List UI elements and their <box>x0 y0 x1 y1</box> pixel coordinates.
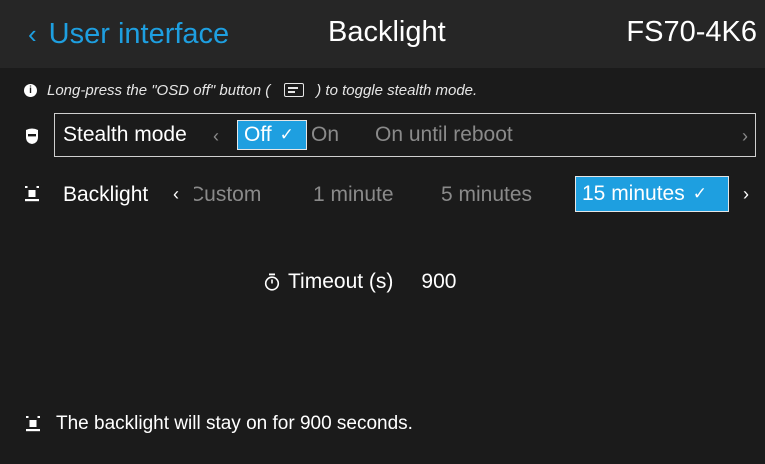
status-text: The backlight will stay on for 900 secon… <box>56 413 413 434</box>
stealth-prev-arrow[interactable]: ‹ <box>213 126 219 147</box>
backlight-prev-arrow[interactable]: ‹ <box>173 184 179 205</box>
info-text-end: ) to toggle stealth mode. <box>316 81 478 99</box>
timeout-field[interactable]: Timeout (s) 900 <box>264 268 456 296</box>
backlight-option-5-minutes[interactable]: 5 minutes <box>441 183 532 207</box>
check-icon: ✓ <box>279 125 294 144</box>
info-text-start: Long-press the "OSD off" button ( <box>47 81 271 99</box>
backlight-next-arrow[interactable]: › <box>743 184 749 205</box>
stealth-mode-label: Stealth mode <box>63 123 187 146</box>
info-hint: i Long-press the "OSD off" button ( ) to… <box>24 80 477 100</box>
stealth-option-on[interactable]: On <box>311 123 339 147</box>
chevron-left-icon: ‹ <box>28 19 37 49</box>
timer-icon <box>264 273 280 291</box>
device-model: FS70-4K6 <box>626 16 757 48</box>
backlight-option-1-minute[interactable]: 1 minute <box>313 183 394 207</box>
stealth-option-off[interactable]: Off ✓ <box>237 120 307 150</box>
stealth-option-on-until-reboot[interactable]: On until reboot <box>375 123 513 147</box>
back-label: User interface <box>48 17 230 50</box>
timeout-value: 900 <box>421 270 457 293</box>
info-icon: i <box>24 83 37 97</box>
backlight-icon <box>25 186 39 202</box>
status-message: The backlight will stay on for 900 secon… <box>26 410 413 438</box>
stealth-mask-icon <box>26 128 38 144</box>
backlight-icon <box>26 416 40 432</box>
osd-button-icon <box>284 83 305 97</box>
backlight-option-custom[interactable]: Custom <box>194 183 274 207</box>
backlight-label: Backlight <box>63 183 149 206</box>
header-bar: ‹ User interface Backlight FS70-4K6 <box>0 0 765 68</box>
stealth-next-arrow[interactable]: › <box>742 126 748 147</box>
backlight-option-15-minutes[interactable]: 15 minutes ✓ <box>575 176 729 212</box>
back-button[interactable]: ‹ User interface <box>28 14 229 54</box>
check-icon: ✓ <box>692 184 707 203</box>
timeout-label: Timeout (s) <box>288 270 394 293</box>
page-title: Backlight <box>328 16 446 48</box>
